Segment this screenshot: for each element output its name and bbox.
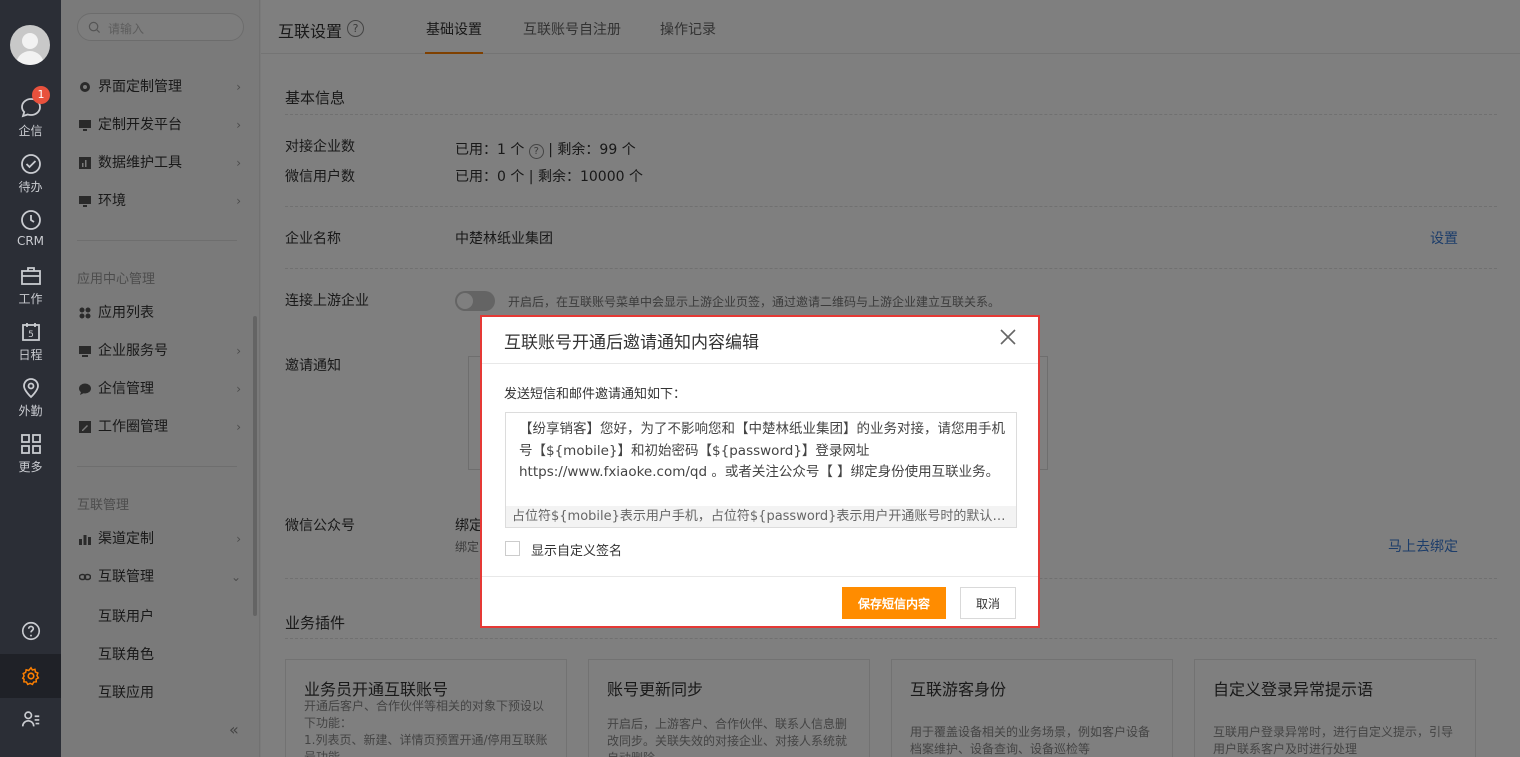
rail-item-schedule[interactable]: 5 日程 xyxy=(0,320,61,363)
calendar-icon: 5 xyxy=(21,323,40,341)
rail-label: 待办 xyxy=(18,180,43,194)
rail-label: 日程 xyxy=(18,348,43,362)
rail-label: 工作 xyxy=(18,292,43,306)
settings-button[interactable] xyxy=(0,654,61,698)
save-sms-button[interactable]: 保存短信内容 xyxy=(842,587,946,619)
rail-item-chat[interactable]: 1 企信 xyxy=(0,86,61,139)
grid-icon xyxy=(20,434,41,454)
calendar-day: 5 xyxy=(28,330,34,340)
location-pin-icon xyxy=(22,378,39,399)
dialog-footer-divider xyxy=(482,576,1038,577)
app-rail: 1 企信 待办 CRM 工作 5 日程 外勤 更多 xyxy=(0,0,61,757)
cancel-button[interactable]: 取消 xyxy=(960,587,1016,619)
dialog-label: 发送短信和邮件邀请通知如下： xyxy=(504,387,687,402)
avatar[interactable] xyxy=(10,25,50,65)
gear-icon xyxy=(21,666,39,686)
rail-label: CRM xyxy=(16,234,45,248)
close-icon[interactable] xyxy=(998,327,1018,347)
placeholder-tip: 占位符${mobile}表示用户手机，占位符${password}表示用户开通账… xyxy=(506,506,1016,527)
rail-item-work[interactable]: 工作 xyxy=(0,264,61,307)
sms-content-textarea[interactable]: 【纷享销客】您好，为了不影响您和【中楚林纸业集团】的业务对接，请您用手机号【${… xyxy=(505,412,1017,528)
rail-label: 更多 xyxy=(18,460,43,474)
rail-item-field[interactable]: 外勤 xyxy=(0,376,61,419)
clock-icon xyxy=(20,210,41,230)
rail-label: 外勤 xyxy=(18,404,43,418)
dialog-header: 互联账号开通后邀请通知内容编辑 xyxy=(482,317,1038,364)
rail-item-more[interactable]: 更多 xyxy=(0,432,61,475)
help-button[interactable] xyxy=(0,620,61,646)
invite-edit-dialog: 互联账号开通后邀请通知内容编辑 发送短信和邮件邀请通知如下： 【纷享销客】您好，… xyxy=(480,315,1040,628)
show-signature-checkbox[interactable] xyxy=(505,541,520,556)
sms-content-text: 【纷享销客】您好，为了不影响您和【中楚林纸业集团】的业务对接，请您用手机号【${… xyxy=(519,421,1005,480)
user-manage-button[interactable] xyxy=(0,708,61,734)
user-list-icon xyxy=(21,711,39,727)
briefcase-icon xyxy=(20,267,41,285)
unread-badge: 1 xyxy=(32,86,50,104)
check-circle-icon xyxy=(20,154,41,174)
rail-item-crm[interactable]: CRM xyxy=(0,208,61,248)
help-icon xyxy=(21,621,40,641)
show-signature-label[interactable]: 显示自定义签名 xyxy=(531,540,622,559)
rail-item-todo[interactable]: 待办 xyxy=(0,152,61,195)
rail-label: 企信 xyxy=(18,124,43,138)
dialog-title: 互联账号开通后邀请通知内容编辑 xyxy=(504,333,759,353)
